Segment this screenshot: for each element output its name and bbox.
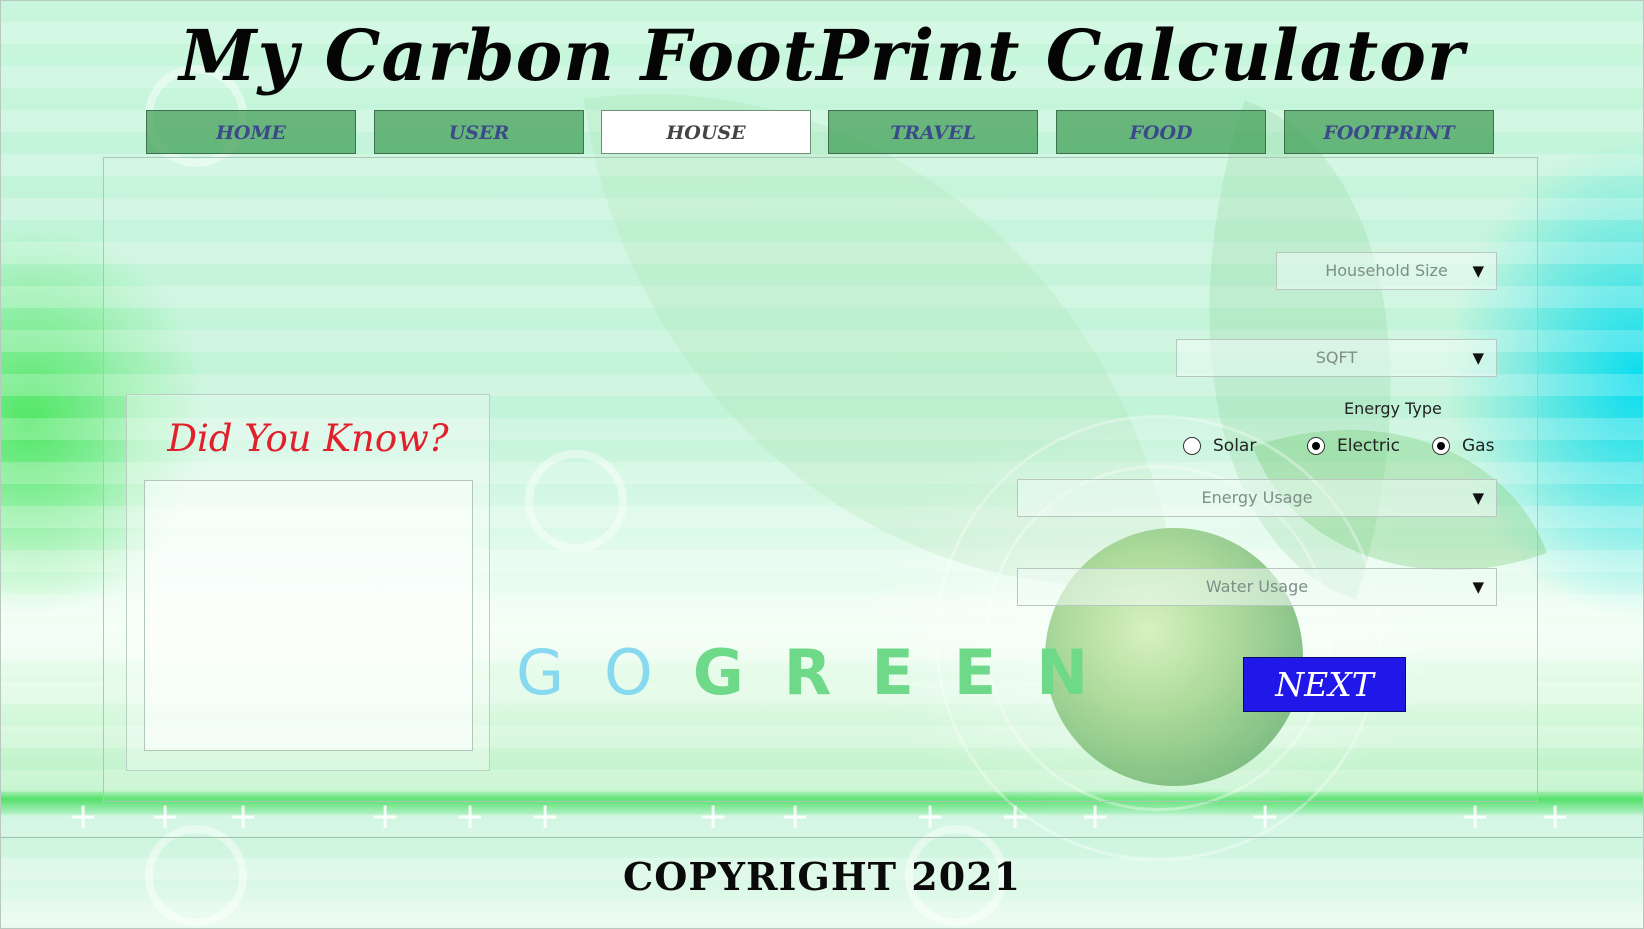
chevron-down-icon: ▼ <box>1472 578 1484 596</box>
sqft-dropdown[interactable]: SQFT ▼ <box>1176 339 1497 377</box>
tab-travel[interactable]: TRAVEL <box>828 110 1038 154</box>
radio-electric-label: Electric <box>1337 436 1400 456</box>
copyright-text: COPYRIGHT 2021 <box>622 854 1022 899</box>
radio-checked-icon <box>1307 437 1325 455</box>
radio-solar[interactable]: Solar <box>1183 434 1256 458</box>
radio-gas[interactable]: Gas <box>1432 434 1494 458</box>
tab-footprint[interactable]: FOOTPRINT <box>1284 110 1494 154</box>
radio-unchecked-icon <box>1183 437 1201 455</box>
go-green-banner: GOGREEN <box>516 636 1128 709</box>
footer-divider <box>0 837 1644 838</box>
energy-type-label: Energy Type <box>1344 399 1442 418</box>
go-green-banner-go: GO <box>516 636 693 709</box>
go-green-banner-green: GREEN <box>692 636 1129 709</box>
tab-user[interactable]: USER <box>374 110 584 154</box>
tab-home[interactable]: HOME <box>146 110 356 154</box>
energy-usage-placeholder: Energy Usage <box>1201 488 1313 507</box>
page-title: My Carbon FootPrint Calculator <box>179 14 1465 97</box>
chevron-down-icon: ▼ <box>1472 489 1484 507</box>
did-you-know-title: Did You Know? <box>167 417 449 460</box>
tab-house[interactable]: HOUSE <box>601 110 811 154</box>
radio-electric[interactable]: Electric <box>1307 434 1400 458</box>
chevron-down-icon: ▼ <box>1472 262 1484 280</box>
energy-usage-dropdown[interactable]: Energy Usage ▼ <box>1017 479 1497 517</box>
radio-checked-icon <box>1432 437 1450 455</box>
did-you-know-card: Did You Know? <box>126 394 490 771</box>
radio-solar-label: Solar <box>1213 436 1257 456</box>
water-usage-placeholder: Water Usage <box>1205 577 1309 596</box>
next-button[interactable]: NEXT <box>1243 657 1406 712</box>
did-you-know-content <box>144 480 473 751</box>
water-usage-dropdown[interactable]: Water Usage ▼ <box>1017 568 1497 606</box>
household-size-dropdown[interactable]: Household Size ▼ <box>1276 252 1497 290</box>
tab-food[interactable]: FOOD <box>1056 110 1266 154</box>
sqft-placeholder: SQFT <box>1315 348 1358 367</box>
chevron-down-icon: ▼ <box>1472 349 1484 367</box>
radio-gas-label: Gas <box>1462 436 1495 456</box>
decorative-sparkles: + + + + + + + + + + + + + + <box>68 796 1571 837</box>
household-size-placeholder: Household Size <box>1325 261 1448 280</box>
